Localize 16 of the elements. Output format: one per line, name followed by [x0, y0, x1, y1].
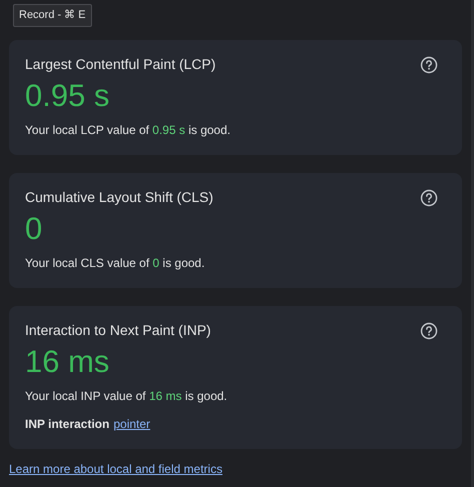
metric-value: 0.95 s: [25, 77, 110, 115]
metric-description: Your local LCP value of 0.95 s is good.: [25, 122, 232, 139]
metric-description: Your local INP value of 16 ms is good.: [25, 388, 228, 405]
metric-value: 16 ms: [25, 343, 110, 381]
help-icon[interactable]: [420, 322, 438, 340]
metric-description: Your local CLS value of 0 is good.: [25, 255, 206, 272]
metric-title: Interaction to Next Paint (INP): [25, 321, 211, 340]
metric-title: Largest Contentful Paint (LCP): [25, 55, 216, 74]
interaction-link[interactable]: pointer: [113, 415, 150, 433]
help-icon[interactable]: [420, 188, 438, 206]
metric-title: Cumulative Layout Shift (CLS): [25, 188, 214, 207]
help-icon[interactable]: [420, 56, 438, 74]
metric-value: 0: [25, 210, 44, 248]
tooltip: Record - ⌘ E: [13, 4, 92, 26]
interaction-label: INP interaction: [25, 416, 110, 433]
learn-more-link[interactable]: Learn more about local and field metrics: [9, 460, 222, 478]
